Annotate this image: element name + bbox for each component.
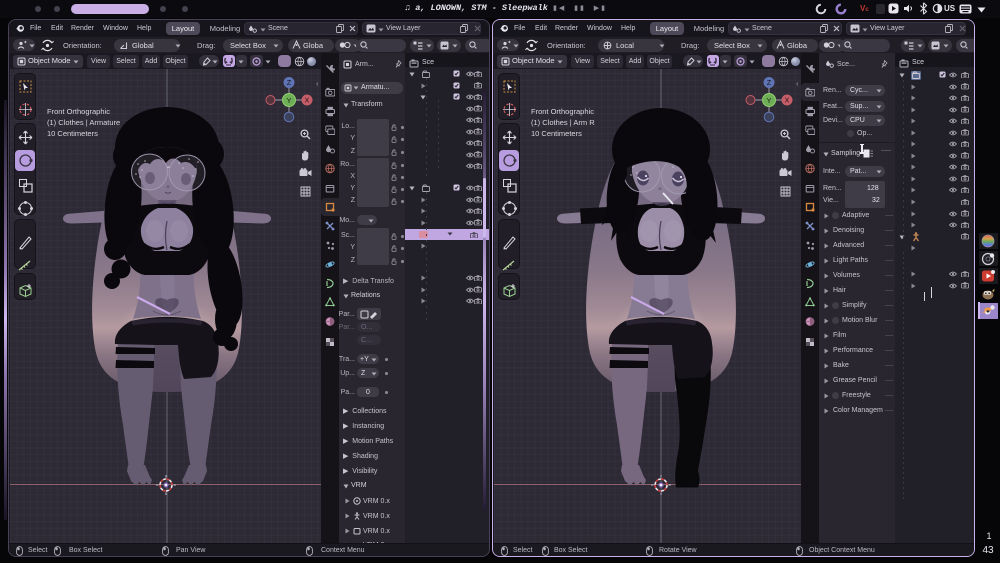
- svg-text:Y: Y: [766, 96, 771, 105]
- svg-text:Y: Y: [286, 96, 291, 105]
- svg-text:Z: Z: [287, 80, 292, 87]
- svg-text:X: X: [305, 97, 310, 104]
- svg-text:Z: Z: [767, 80, 772, 87]
- svg-text:X: X: [785, 97, 790, 104]
